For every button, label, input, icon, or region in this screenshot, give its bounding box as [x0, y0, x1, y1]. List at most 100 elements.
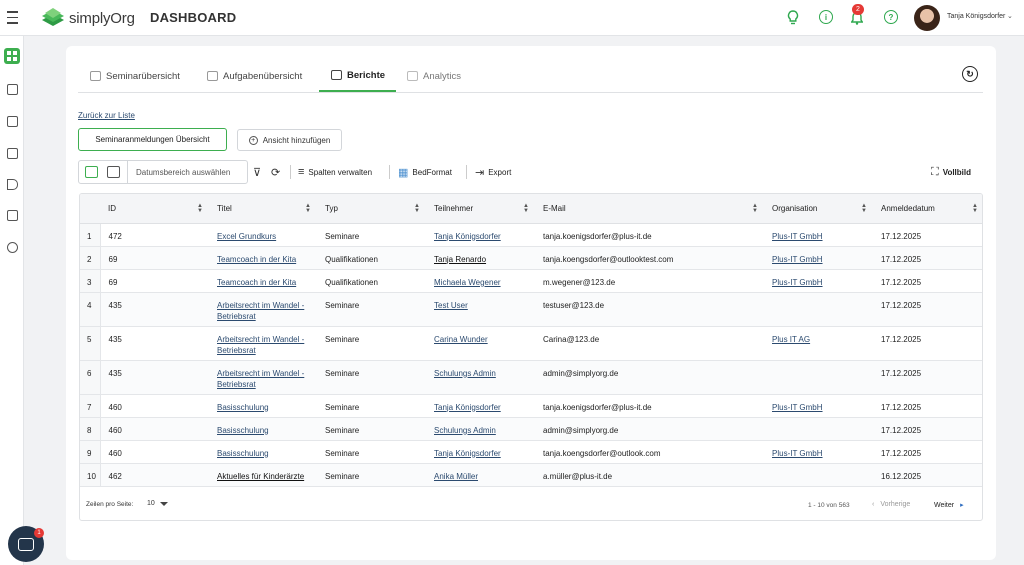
participant-link[interactable]: Test User — [434, 301, 468, 310]
sidebar-item-reports[interactable] — [4, 207, 20, 223]
manage-columns-button[interactable]: ≡ Spalten verwalten — [298, 160, 372, 184]
bedformat-button[interactable]: ▦ BedFormat — [398, 160, 452, 184]
table-row[interactable]: 8 460 Basisschulung Seminare Schulungs Admin… — [80, 417, 982, 441]
title-link[interactable]: Basisschulung — [217, 449, 269, 458]
sidebar-item-dashboard[interactable] — [4, 48, 20, 64]
cell-titel: Excel Grundkurs — [209, 223, 317, 247]
tab-aufgabenuebersicht[interactable]: Aufgabenübersicht — [207, 60, 302, 92]
participant-link[interactable]: Schulungs Admin — [434, 369, 496, 378]
fullscreen-button[interactable]: ⛶ Vollbild — [931, 160, 971, 184]
cell-organisation: Plus-IT GmbH — [764, 440, 873, 464]
cell-organisation — [764, 292, 873, 327]
calendar-icon[interactable] — [85, 166, 98, 178]
organisation-link[interactable]: Plus-IT GmbH — [772, 403, 823, 412]
chevron-down-icon[interactable]: ⌄ — [1007, 12, 1013, 20]
info-icon[interactable]: i — [819, 10, 833, 24]
logo-mark-icon — [42, 8, 64, 26]
sort-icon[interactable]: ▲ ▼ — [861, 203, 867, 214]
sort-icon[interactable]: ▲ ▼ — [523, 203, 529, 214]
organisation-link[interactable]: Plus-IT GmbH — [772, 449, 823, 458]
chat-badge: 1 — [34, 528, 44, 538]
title-link[interactable]: Basisschulung — [217, 426, 269, 435]
export-button[interactable]: ⇥ Export — [475, 160, 511, 184]
tab-analytics[interactable]: Analytics — [407, 60, 461, 92]
calendar-icon — [6, 147, 18, 159]
title-link[interactable]: Teamcoach in der Kita — [217, 278, 296, 287]
sidebar-item-marketing[interactable] — [4, 176, 20, 192]
add-view-button[interactable]: + Ansicht hinzufügen — [237, 129, 342, 151]
saved-view-button[interactable]: Seminaranmeldungen Übersicht — [78, 128, 227, 151]
rows-per-page-select[interactable]: 10 — [147, 500, 168, 507]
next-page-button[interactable]: Weiter ▸ — [934, 501, 964, 509]
table-row[interactable]: 5 435 Arbeitsrecht im Wandel - Betriebsrat S… — [80, 326, 982, 361]
organisation-link[interactable]: Plus-IT GmbH — [772, 255, 823, 264]
back-link[interactable]: Zurück zur Liste — [78, 111, 135, 120]
menu-icon[interactable] — [0, 0, 24, 36]
sidebar-item-settings[interactable] — [4, 239, 20, 255]
column-header-organisation[interactable]: Organisation ▲ ▼ — [764, 194, 873, 224]
sidebar-item-organisations[interactable] — [4, 113, 20, 129]
chat-icon — [18, 537, 34, 551]
participant-link[interactable]: Tanja Königsdorfer — [434, 232, 501, 241]
table-row[interactable]: 9 460 Basisschulung Seminare Tanja Königsdor… — [80, 440, 982, 464]
sort-icon[interactable]: ▲ ▼ — [414, 203, 420, 214]
participant-link[interactable]: Carina Wunder — [434, 335, 488, 344]
cell-teilnehmer: Carina Wunder — [426, 326, 535, 361]
previous-page-button[interactable]: ‹ Vorherige — [872, 501, 910, 508]
pagination-range: 1 - 10 von 563 — [808, 502, 850, 509]
tab-seminaruebersicht[interactable]: Seminarübersicht — [90, 60, 180, 92]
cell-organisation: Plus-IT GmbH — [764, 394, 873, 418]
table-row[interactable]: 7 460 Basisschulung Seminare Tanja Königsdor… — [80, 394, 982, 418]
title-link[interactable]: Betriebsrat — [217, 312, 256, 321]
logo[interactable]: simplyOrg — [40, 6, 135, 30]
cell-anmeldedatum: 17.12.2025 — [873, 223, 982, 247]
tab-berichte[interactable]: Berichte — [319, 60, 396, 92]
column-header-anmeldedatum[interactable]: Anmeldedatum ▲ ▼ — [873, 194, 982, 224]
sort-icon[interactable]: ▲ ▼ — [972, 203, 978, 214]
avatar[interactable] — [914, 5, 940, 31]
column-header-teilnehmer[interactable]: Teilnehmer ▲ ▼ — [426, 194, 535, 224]
title-link[interactable]: Betriebsrat — [217, 346, 256, 355]
refresh-icon[interactable]: ↻ — [962, 66, 978, 82]
sidebar-item-contacts[interactable] — [4, 81, 20, 97]
organisation-link[interactable]: Plus IT AG — [772, 335, 810, 344]
participant-link[interactable]: Tanja Renardo — [434, 255, 486, 264]
sort-icon[interactable]: ▲ ▼ — [305, 203, 311, 214]
table-row[interactable]: 3 69 Teamcoach in der Kita Qualifikationen M… — [80, 269, 982, 293]
sort-icon[interactable]: ▲ ▼ — [197, 203, 203, 214]
sort-icon[interactable]: ▲ ▼ — [752, 203, 758, 214]
filter-button[interactable]: ⊽ — [253, 160, 265, 184]
participant-link[interactable]: Tanja Königsdorfer — [434, 403, 501, 412]
table-row[interactable]: 1 472 Excel Grundkurs Seminare Tanja Königsd… — [80, 223, 982, 247]
table-row[interactable]: 2 69 Teamcoach in der Kita Qualifikationen T… — [80, 246, 982, 270]
cell-titel: Basisschulung — [209, 440, 317, 464]
participant-link[interactable]: Anika Müller — [434, 472, 478, 481]
reset-button[interactable]: ⟳ — [271, 160, 284, 184]
user-name[interactable]: Tanja Königsdorfer — [947, 13, 1005, 20]
participant-link[interactable]: Schulungs Admin — [434, 426, 496, 435]
title-link[interactable]: Excel Grundkurs — [217, 232, 276, 241]
title-link[interactable]: Arbeitsrecht im Wandel - — [217, 369, 304, 378]
column-header-email[interactable]: E-Mail ▲ ▼ — [535, 194, 764, 224]
participant-link[interactable]: Tanja Königsdorfer — [434, 449, 501, 458]
calendar-single-icon[interactable] — [107, 166, 120, 178]
lightbulb-icon[interactable] — [787, 10, 799, 25]
column-header-id[interactable]: ID ▲ ▼ — [100, 194, 209, 224]
table-row[interactable]: 4 435 Arbeitsrecht im Wandel - Betriebsrat S… — [80, 292, 982, 327]
organisation-link[interactable]: Plus-IT GmbH — [772, 232, 823, 241]
title-link[interactable]: Teamcoach in der Kita — [217, 255, 296, 264]
table-row[interactable]: 6 435 Arbeitsrecht im Wandel - Betriebsrat S… — [80, 360, 982, 395]
date-range-input[interactable]: Datumsbereich auswählen — [136, 168, 230, 177]
title-link[interactable]: Arbeitsrecht im Wandel - — [217, 301, 304, 310]
help-icon[interactable]: ? — [884, 10, 898, 24]
sidebar-item-calendar[interactable] — [4, 145, 20, 161]
participant-link[interactable]: Michaela Wegener — [434, 278, 501, 287]
table-row[interactable]: 10 462 Aktuelles für Kinderärzte Seminare An… — [80, 463, 982, 487]
title-link[interactable]: Arbeitsrecht im Wandel - — [217, 335, 304, 344]
organisation-link[interactable]: Plus-IT GmbH — [772, 278, 823, 287]
column-header-titel[interactable]: Titel ▲ ▼ — [209, 194, 317, 224]
column-header-typ[interactable]: Typ ▲ ▼ — [317, 194, 426, 224]
title-link[interactable]: Aktuelles für Kinderärzte — [217, 472, 304, 481]
title-link[interactable]: Betriebsrat — [217, 380, 256, 389]
title-link[interactable]: Basisschulung — [217, 403, 269, 412]
